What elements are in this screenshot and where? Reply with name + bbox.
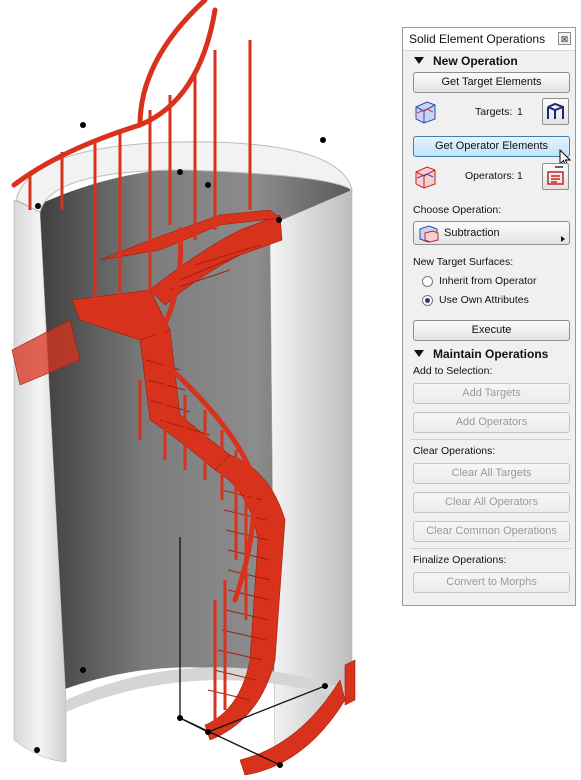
section-maintain-operations[interactable]: Maintain Operations: [411, 346, 571, 362]
section-heading: New Operation: [433, 54, 518, 68]
select-targets-button[interactable]: [542, 98, 569, 125]
targets-label: Targets:: [475, 106, 513, 118]
operation-value: Subtraction: [444, 227, 500, 239]
collapse-triangle-icon[interactable]: [414, 350, 424, 357]
subtraction-icon: [419, 225, 439, 243]
add-operators-button[interactable]: Add Operators: [413, 412, 570, 433]
section-heading: Maintain Operations: [433, 347, 549, 361]
dropdown-arrow-icon: [561, 236, 565, 242]
close-icon[interactable]: ⊠: [558, 32, 571, 45]
get-operator-elements-button[interactable]: Get Operator Elements: [413, 136, 570, 157]
divider: [411, 548, 571, 549]
clear-operations-label: Clear Operations:: [413, 445, 496, 457]
operation-dropdown[interactable]: Subtraction: [413, 221, 570, 245]
choose-operation-label: Choose Operation:: [413, 204, 502, 216]
collapse-triangle-icon[interactable]: [414, 57, 424, 64]
viewport-3d-scene[interactable]: [0, 0, 400, 780]
divider: [411, 439, 571, 440]
radio-inherit-label: Inherit from Operator: [439, 275, 537, 287]
add-to-selection-label: Add to Selection:: [413, 365, 493, 377]
palette-titlebar[interactable]: Solid Element Operations ⊠: [403, 28, 575, 51]
target-elements-icon: [413, 99, 439, 125]
clear-common-operations-button[interactable]: Clear Common Operations: [413, 521, 570, 542]
radio-inherit-from-operator[interactable]: [422, 276, 433, 287]
solid-element-operations-palette: Solid Element Operations ⊠ New Operation…: [402, 27, 576, 606]
clear-all-operators-button[interactable]: Clear All Operators: [413, 492, 570, 513]
finalize-operations-label: Finalize Operations:: [413, 554, 507, 566]
clear-all-targets-button[interactable]: Clear All Targets: [413, 463, 570, 484]
convert-to-morphs-button[interactable]: Convert to Morphs: [413, 572, 570, 593]
radio-selected-dot: [425, 298, 430, 303]
section-new-operation[interactable]: New Operation: [411, 53, 571, 69]
new-target-surfaces-label: New Target Surfaces:: [413, 256, 514, 268]
add-targets-button[interactable]: Add Targets: [413, 383, 570, 404]
select-targets-icon: [547, 102, 564, 119]
operators-count: 1: [517, 170, 523, 182]
execute-button[interactable]: Execute: [413, 320, 570, 341]
select-operators-icon: [547, 166, 564, 185]
operators-label: Operators:: [465, 170, 515, 182]
targets-count: 1: [517, 106, 523, 118]
operator-elements-icon: [413, 164, 439, 190]
radio-own-attributes-label: Use Own Attributes: [439, 294, 529, 306]
palette-title: Solid Element Operations: [409, 32, 546, 46]
get-target-elements-button[interactable]: Get Target Elements: [413, 72, 570, 93]
select-operators-button[interactable]: [542, 163, 569, 190]
radio-use-own-attributes[interactable]: [422, 295, 433, 306]
